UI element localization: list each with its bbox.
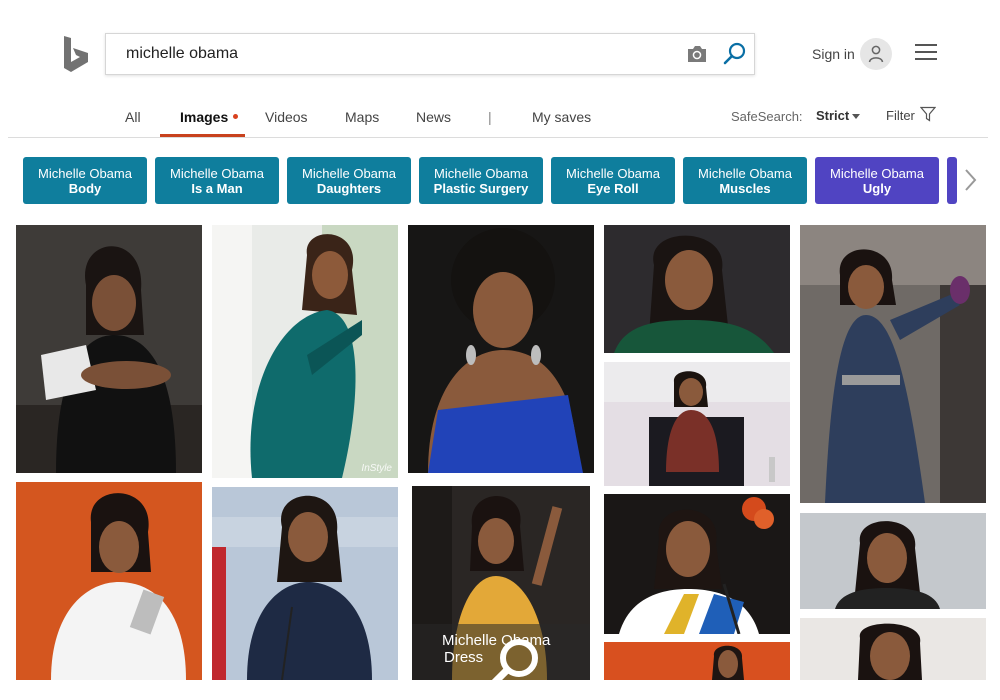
image-result[interactable]	[604, 225, 790, 353]
tab-all[interactable]: All	[125, 109, 141, 125]
avatar-icon[interactable]	[860, 38, 892, 70]
hover-label-line1: Michelle Obama	[442, 632, 551, 649]
tab-images[interactable]: Images	[180, 109, 228, 125]
related-search-chip[interactable]: Michelle Obama Muscles	[683, 157, 807, 204]
bing-logo[interactable]	[60, 35, 92, 73]
related-search-chip[interactable]: Michelle Obama Eye Roll	[551, 157, 675, 204]
hamburger-menu-icon[interactable]	[915, 44, 937, 62]
filter-funnel-icon[interactable]	[920, 106, 936, 122]
search-box[interactable]	[105, 33, 755, 75]
tab-separator: |	[488, 109, 492, 125]
related-search-chip[interactable]: Michelle Obama Daughters	[287, 157, 411, 204]
chevron-right-icon[interactable]	[962, 168, 978, 192]
image-result[interactable]	[800, 513, 986, 609]
image-result-hovered[interactable]: Michelle Obama Dress	[412, 486, 590, 680]
related-search-chip[interactable]: Michelle Obama Plastic Surgery	[419, 157, 543, 204]
tab-videos[interactable]: Videos	[265, 109, 308, 125]
image-result[interactable]	[16, 482, 202, 680]
new-indicator-dot	[233, 114, 238, 119]
image-result[interactable]	[800, 618, 986, 680]
search-icon[interactable]	[723, 42, 747, 66]
search-input[interactable]	[126, 34, 666, 74]
image-result[interactable]	[800, 225, 986, 503]
related-search-chip[interactable]: Michelle Obama Ugly	[815, 157, 939, 204]
tab-news[interactable]: News	[416, 109, 451, 125]
image-result[interactable]	[212, 487, 398, 680]
image-hover-overlay[interactable]: Michelle Obama Dress	[412, 624, 590, 680]
vertical-tabs: All Images Videos Maps News | My saves	[0, 100, 1000, 138]
related-search-chip[interactable]: Michelle Obama Body	[23, 157, 147, 204]
image-result[interactable]: InStyle	[212, 225, 398, 478]
image-result[interactable]	[604, 642, 790, 680]
related-search-chip-partial[interactable]	[947, 157, 957, 204]
sign-in-link[interactable]: Sign in	[812, 46, 855, 62]
image-result[interactable]	[408, 225, 594, 473]
chevron-down-icon[interactable]	[852, 114, 860, 119]
image-watermark: InStyle	[361, 463, 392, 474]
safesearch-dropdown[interactable]: Strict	[816, 108, 849, 123]
tab-my-saves[interactable]: My saves	[532, 109, 591, 125]
image-result[interactable]	[16, 225, 202, 473]
related-search-chip[interactable]: Michelle Obama Is a Man	[155, 157, 279, 204]
image-result[interactable]	[604, 494, 790, 634]
safesearch-label: SafeSearch:	[731, 109, 803, 124]
hover-label-line2: Dress	[444, 649, 484, 666]
image-result[interactable]	[604, 362, 790, 486]
filter-button[interactable]: Filter	[886, 108, 915, 123]
camera-icon[interactable]	[686, 45, 708, 63]
header-divider	[8, 137, 988, 138]
tab-maps[interactable]: Maps	[345, 109, 379, 125]
